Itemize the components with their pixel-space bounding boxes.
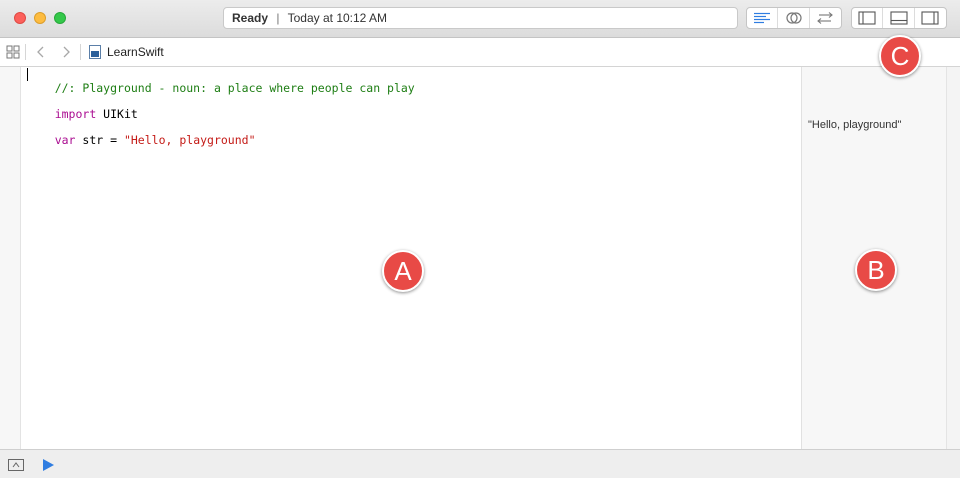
go-forward-button[interactable]: [58, 44, 74, 60]
show-debug-area-button[interactable]: [8, 458, 24, 471]
playground-file-icon: [89, 45, 101, 59]
grid-icon: [6, 45, 20, 59]
related-items-button[interactable]: [5, 44, 21, 60]
navigator-panel-icon: [858, 11, 876, 25]
editor-mode-segmented-control: [746, 7, 842, 29]
result-value[interactable]: "Hello, playground": [808, 119, 901, 131]
assistant-editor-button[interactable]: [778, 8, 810, 28]
code-identifier: str =: [75, 133, 124, 147]
code-string: "Hello, playground": [123, 133, 256, 147]
minimize-window-button[interactable]: [34, 12, 46, 24]
status-separator: |: [276, 11, 280, 25]
assistant-editor-icon: [785, 12, 802, 24]
code-line[interactable]: //: Playground - noun: a place where peo…: [27, 67, 415, 95]
debug-area-icon: [889, 11, 908, 25]
breadcrumb-file[interactable]: LearnSwift: [89, 44, 164, 60]
chevron-left-icon: [37, 46, 44, 58]
status-state: Ready: [232, 11, 269, 25]
code-line[interactable]: var str = "Hello, playground": [27, 119, 256, 147]
chevron-right-icon: [63, 46, 70, 58]
utilities-panel-icon: [921, 11, 939, 25]
annotation-badge-a: A: [382, 250, 424, 292]
results-sidebar: "Hello, playground" B: [801, 67, 946, 449]
go-back-button[interactable]: [33, 44, 49, 60]
bottom-bar: [0, 449, 960, 478]
navigator-toggle-button[interactable]: [852, 8, 884, 28]
close-window-button[interactable]: [14, 12, 26, 24]
vertical-scrollbar[interactable]: [946, 67, 960, 449]
debug-area-toggle-icon: [8, 459, 24, 471]
standard-editor-button[interactable]: [747, 8, 779, 28]
utilities-toggle-button[interactable]: [915, 8, 946, 28]
code-editor[interactable]: //: Playground - noun: a place where peo…: [21, 67, 801, 449]
line-gutter: [0, 67, 21, 449]
annotation-badge-c: C: [879, 35, 921, 77]
view-toggle-segmented-control: [851, 7, 947, 29]
version-editor-button[interactable]: [810, 8, 841, 28]
run-playground-button[interactable]: [41, 458, 55, 472]
status-time: Today at 10:12 AM: [287, 11, 388, 25]
zoom-window-button[interactable]: [54, 12, 66, 24]
code-keyword: var: [54, 133, 76, 147]
play-icon: [43, 459, 54, 471]
jumpbar-divider: [25, 44, 26, 60]
version-editor-icon: [817, 12, 834, 24]
file-name: LearnSwift: [107, 45, 164, 59]
jump-bar: LearnSwift: [0, 38, 960, 67]
debug-area-toggle-button[interactable]: [883, 8, 915, 28]
text-caret: [27, 68, 28, 81]
activity-status-bar: Ready | Today at 10:12 AM: [223, 7, 738, 29]
window-titlebar: Ready | Today at 10:12 AM: [0, 0, 960, 38]
standard-editor-icon: [754, 12, 771, 24]
code-line[interactable]: import UIKit: [27, 93, 138, 121]
annotation-badge-b: B: [855, 249, 897, 291]
jumpbar-divider: [80, 44, 81, 60]
